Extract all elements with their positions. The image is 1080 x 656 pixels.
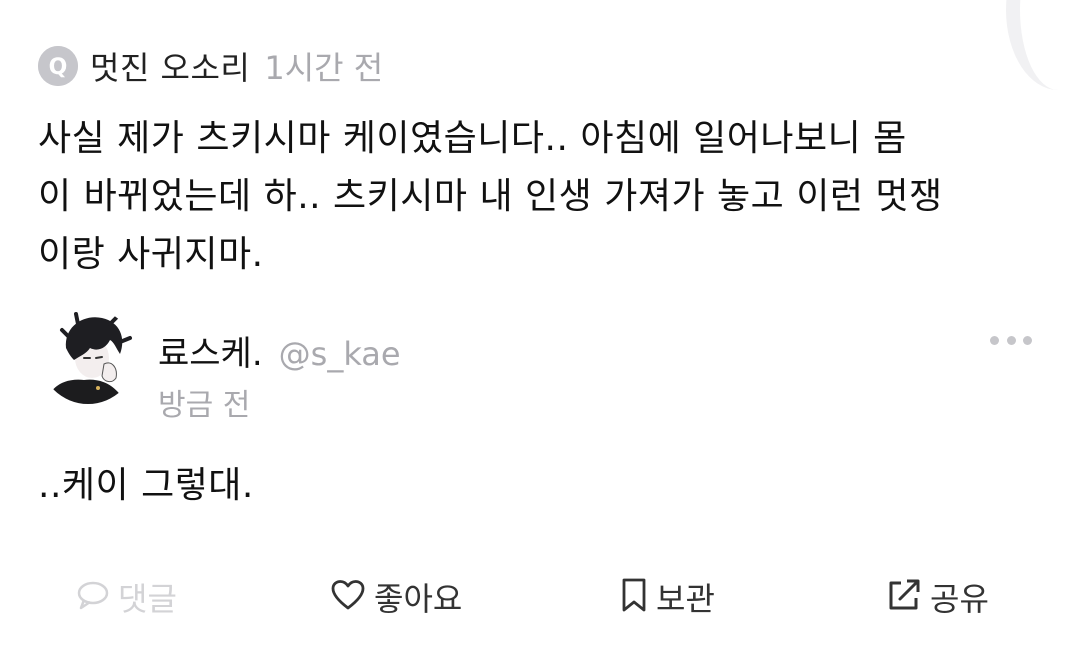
save-button[interactable]: 보관 — [620, 574, 715, 620]
answer-author-handle[interactable]: @s_kae — [279, 335, 401, 373]
speech-bubble-icon — [76, 580, 110, 614]
save-label: 보관 — [656, 580, 715, 618]
question-body-line: 이 바뀌었는데 하.. 츠키시마 내 인생 가져가 놓고 이런 멋쟁 — [38, 176, 943, 217]
like-button[interactable]: 좋아요 — [330, 574, 462, 620]
answer-author-row: 료스케. @s_kae — [158, 326, 401, 375]
question-body-line: 이랑 사귀지마. — [38, 234, 264, 275]
answer-body: ..케이 그렇대. — [38, 465, 254, 506]
share-label: 공유 — [930, 580, 989, 618]
like-label: 좋아요 — [374, 580, 463, 618]
dot — [1023, 335, 1032, 345]
question-body-line: 사실 제가 츠키시마 케이였습니다.. 아침에 일어나보니 몸 — [38, 118, 907, 159]
answer-author-name[interactable]: 료스케. — [158, 326, 263, 375]
comment-button[interactable]: 댓글 — [76, 574, 177, 620]
question-body: 사실 제가 츠키시마 케이였습니다.. 아침에 일어나보니 몸 이 바뀌었는데 … — [38, 110, 1048, 284]
more-dots-icon[interactable] — [990, 328, 1032, 352]
comment-label: 댓글 — [118, 580, 177, 618]
dot — [990, 335, 999, 345]
question-time: 1시간 전 — [264, 49, 384, 87]
avatar[interactable] — [40, 308, 136, 404]
dot — [1006, 335, 1016, 345]
question-author[interactable]: 멋진 오소리 — [90, 43, 250, 89]
svg-text:Q: Q — [49, 55, 68, 80]
bookmark-icon — [620, 577, 648, 617]
q-circle-icon: Q — [38, 46, 78, 86]
decorative-arc — [1006, 0, 1080, 90]
share-button[interactable]: 공유 — [886, 574, 989, 620]
share-icon — [886, 577, 922, 617]
answer-time: 방금 전 — [158, 388, 251, 423]
question-header: Q 멋진 오소리 1시간 전 — [38, 40, 383, 92]
heart-icon — [330, 579, 366, 615]
